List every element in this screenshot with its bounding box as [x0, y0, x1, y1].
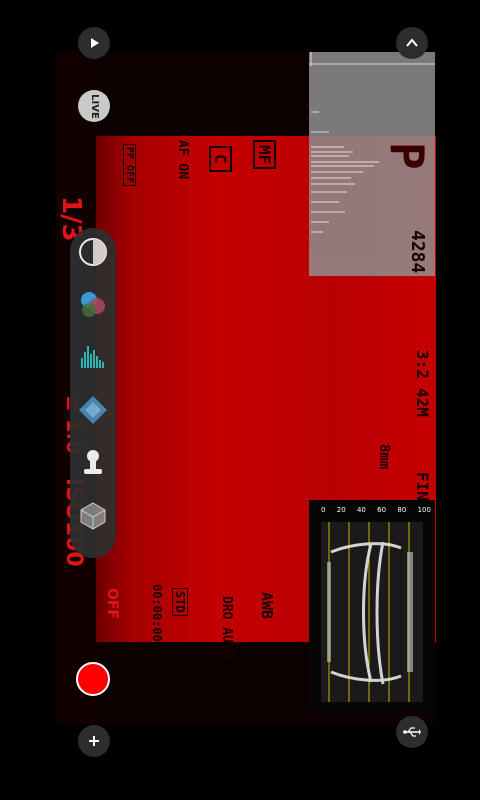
plus-icon [89, 736, 99, 746]
color-balls-icon[interactable] [77, 288, 109, 320]
play-icon [91, 38, 99, 48]
record-button[interactable] [76, 662, 110, 696]
waveform-graph [321, 522, 423, 702]
play-button[interactable] [78, 27, 110, 59]
dro-setting: DRO AUTO [219, 596, 234, 659]
usb-button[interactable] [396, 716, 428, 748]
waveform-scale-label: 100 [417, 506, 431, 514]
af-on-indicator: AF ON [175, 140, 190, 180]
usb-icon [403, 727, 421, 737]
timecode: 00:00:00 [150, 584, 164, 642]
collapse-button[interactable] [396, 27, 428, 59]
steady-shot: OFF [104, 588, 120, 620]
cube-icon[interactable] [77, 500, 109, 532]
shooting-mode: P [380, 142, 434, 170]
waveform-scale: 0 20 40 60 80 100 [321, 506, 431, 518]
picture-profile: PP OFF [123, 144, 136, 187]
add-button[interactable] [78, 725, 110, 757]
waveform-scale-label: 0 [321, 506, 326, 514]
aspect-ratio: 3:2 [413, 350, 432, 379]
drive-mode: C [209, 146, 232, 172]
waveform-scale-label: 80 [397, 506, 407, 514]
exposure-half-circle-icon[interactable] [77, 236, 109, 268]
waveform-panel: 0 20 40 60 80 100 [309, 500, 435, 710]
image-size: 42M [413, 388, 432, 417]
waveform-scale-label: 40 [356, 506, 366, 514]
live-label: LIVE [88, 93, 100, 119]
shots-remaining: 4284 [407, 230, 428, 274]
live-toggle[interactable]: LIVE [78, 90, 110, 122]
chevron-up-icon [406, 38, 418, 47]
person-icon[interactable] [77, 446, 109, 478]
waveform-scale-label: 60 [377, 506, 387, 514]
histogram-bars-icon[interactable] [77, 340, 109, 372]
diamond-icon[interactable] [77, 394, 109, 426]
side-toolbar [70, 228, 116, 558]
white-balance: AWB [258, 592, 276, 620]
focus-mode: MF [253, 140, 276, 170]
creative-style: STD [172, 588, 188, 616]
waveform-scale-label: 20 [336, 506, 346, 514]
focal-length: 8mm [376, 444, 392, 470]
